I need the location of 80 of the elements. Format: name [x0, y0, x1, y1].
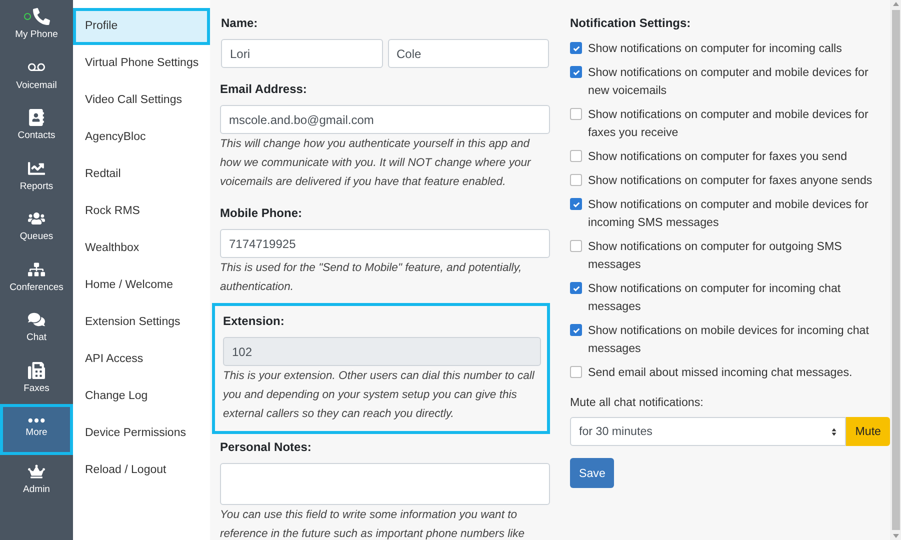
- menu-item[interactable]: Device Permissions: [73, 415, 210, 452]
- checkbox[interactable]: [570, 324, 582, 336]
- crown-icon: [28, 462, 45, 480]
- checkbox-label: Show notifications on computer for outgoing SMS messages: [588, 239, 843, 273]
- scrollbar-thumb[interactable]: [892, 10, 900, 530]
- menu-item[interactable]: Reload / Logout: [73, 452, 210, 489]
- email-field[interactable]: mscole.and.bo@gmail.com: [220, 105, 550, 134]
- rail-item[interactable]: Queues: [0, 202, 73, 252]
- check-icon: [572, 44, 580, 52]
- menu-item[interactable]: Profile: [73, 8, 210, 45]
- checkbox-label: Send email about missed incoming chat messages.: [588, 365, 852, 381]
- rail-item[interactable]: Contacts: [0, 101, 73, 152]
- check-icon: [572, 68, 580, 76]
- checkbox-label: Show notifications on mobile devices for incoming chat messages: [588, 323, 870, 357]
- rail-item[interactable]: Chat: [0, 303, 73, 354]
- rail-item[interactable]: Reports: [0, 152, 73, 202]
- checkbox[interactable]: [570, 66, 582, 78]
- select-caret-icon: [831, 426, 838, 437]
- checkbox[interactable]: [570, 108, 582, 120]
- address-book-icon: [28, 109, 45, 126]
- scroll-down-icon: [892, 534, 898, 538]
- more-icon: [28, 418, 45, 424]
- menu-item[interactable]: Rock RMS: [73, 193, 210, 230]
- mobile-phone-field[interactable]: 7174719925: [220, 229, 550, 258]
- line-chart-icon: [28, 160, 45, 177]
- notes-field[interactable]: [220, 463, 550, 505]
- checkbox[interactable]: [570, 366, 582, 378]
- help-text: This is your extension. Other users can dial this number to call you and depending on your system setup you can give this external callers so they can reach you directly.: [223, 369, 536, 422]
- menu-item[interactable]: Wealthbox: [73, 230, 210, 267]
- checkbox[interactable]: [570, 42, 582, 54]
- help-text: This will change how you authenticate yourself in this app and how we communicate with you. It will NOT change where your voicemails are delivered if you have that feature enabled.: [220, 137, 532, 190]
- last-name-field[interactable]: Cole: [388, 39, 549, 68]
- rail-item[interactable]: Faxes: [0, 354, 73, 404]
- chat-bubbles-icon: [28, 311, 45, 328]
- checkbox[interactable]: [570, 150, 582, 162]
- menu-item[interactable]: Virtual Phone Settings: [73, 45, 210, 82]
- field-label: Name:: [221, 15, 259, 32]
- menu-item[interactable]: API Access: [73, 341, 210, 378]
- mute-button[interactable]: Mute: [846, 417, 890, 446]
- menu-item[interactable]: Change Log: [73, 378, 210, 415]
- help-text: You can use this field to write some information you want to reference in the future such as important phone numbers like: [220, 508, 526, 540]
- checkbox-label: Show notifications on computer for incoming chat messages: [588, 281, 842, 315]
- menu-item[interactable]: Video Call Settings: [73, 82, 210, 119]
- checkbox[interactable]: [570, 198, 582, 210]
- checkbox-label: Show notifications on computer for incoming calls: [588, 41, 842, 57]
- check-icon: [572, 284, 580, 292]
- field-label: Mobile Phone:: [220, 205, 303, 222]
- menu-item[interactable]: Redtail: [73, 156, 210, 193]
- field-label: Email Address:: [220, 81, 308, 98]
- checkbox-label: Show notifications on computer for faxes anyone sends: [588, 173, 872, 189]
- menu-item[interactable]: Home / Welcome: [73, 267, 210, 304]
- check-icon: [572, 200, 580, 208]
- menu-item[interactable]: Extension Settings: [73, 304, 210, 341]
- fax-icon: [28, 362, 45, 379]
- checkbox[interactable]: [570, 174, 582, 186]
- mute-label: Mute all chat notifications:: [570, 395, 704, 411]
- checkbox-label: Show notifications on computer and mobile devices for incoming SMS messages: [588, 197, 870, 231]
- people-icon: [28, 210, 45, 228]
- rail-item[interactable]: Conferences: [0, 252, 73, 303]
- checkbox[interactable]: [570, 282, 582, 294]
- save-button[interactable]: Save: [570, 458, 614, 488]
- phone-icon: [32, 8, 50, 26]
- rail-item[interactable]: Admin: [0, 454, 73, 505]
- check-icon: [572, 326, 580, 334]
- checkbox-label: Show notifications on computer and mobile devices for new voicemails: [588, 65, 870, 99]
- section-title: Notification Settings:: [570, 15, 692, 32]
- first-name-field[interactable]: Lori: [221, 39, 382, 68]
- help-text: This is used for the "Send to Mobile" feature, and potentially, authentication.: [220, 261, 523, 295]
- people-tree-icon: [28, 260, 45, 278]
- menu-item[interactable]: AgencyBloc: [73, 119, 210, 156]
- rail-item[interactable]: More: [0, 404, 73, 454]
- mute-duration-select[interactable]: for 30 minutes: [570, 417, 846, 446]
- checkbox[interactable]: [570, 240, 582, 252]
- field-label: Personal Notes:: [220, 439, 312, 456]
- rail-item[interactable]: My Phone: [0, 0, 73, 50]
- checkbox-label: Show notifications on computer and mobile devices for faxes you receive: [588, 107, 870, 141]
- checkbox-label: Show notifications on computer for faxes you send: [588, 149, 848, 165]
- field-label: Extension:: [223, 313, 286, 330]
- rail-item[interactable]: Voicemail: [0, 50, 73, 101]
- scroll-up-icon: [892, 2, 898, 6]
